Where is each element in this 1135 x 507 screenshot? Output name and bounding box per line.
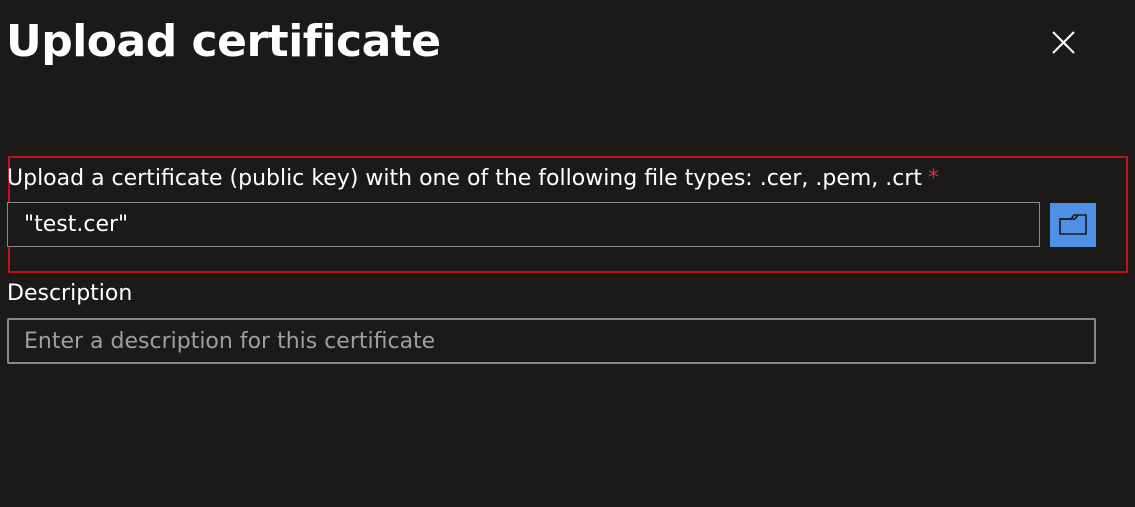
close-icon (1052, 31, 1075, 54)
upload-certificate-panel: Upload certificate Upload a certificate … (0, 0, 1135, 507)
page-title: Upload certificate (6, 16, 441, 67)
description-input[interactable] (7, 318, 1096, 364)
upload-label-text: Upload a certificate (public key) with o… (7, 166, 923, 191)
close-button[interactable] (1046, 26, 1080, 60)
browse-file-button[interactable] (1050, 203, 1096, 247)
upload-field-label: Upload a certificate (public key) with o… (7, 164, 939, 194)
file-name-field[interactable]: "test.cer" (7, 202, 1040, 247)
required-marker: * (928, 166, 940, 191)
description-label: Description (7, 281, 133, 306)
folder-icon (1059, 214, 1087, 235)
